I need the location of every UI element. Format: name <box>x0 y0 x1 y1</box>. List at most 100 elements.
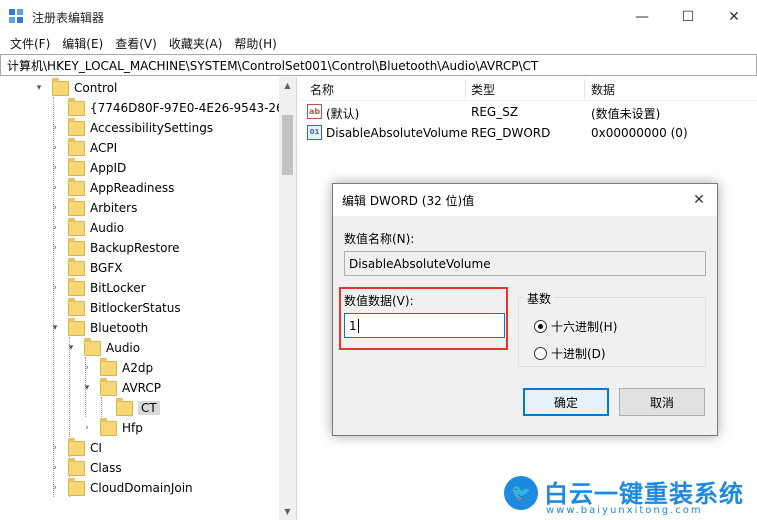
tree-item[interactable]: › Class <box>50 457 122 478</box>
scroll-down-icon[interactable]: ▼ <box>279 503 296 520</box>
tree-scrollbar[interactable]: ▲ ▼ <box>279 77 296 520</box>
tree-item[interactable]: › Arbiters <box>50 197 137 218</box>
tree-item[interactable]: {7746D80F-97E0-4E26-9543-26B4 <box>50 97 297 118</box>
close-window-button[interactable]: ✕ <box>711 0 757 34</box>
chevron-right-icon[interactable]: › <box>82 363 92 373</box>
tree-item-label: CT <box>138 401 160 415</box>
window-title: 注册表编辑器 <box>32 10 105 25</box>
tree-item-label: CloudDomainJoin <box>90 481 193 495</box>
value-data-label: 数值数据(V): <box>344 294 414 308</box>
dialog-title-bar: 编辑 DWORD (32 位)值 <box>333 184 717 216</box>
tree-item[interactable]: › CI <box>50 437 102 458</box>
bird-logo-icon: 🐦 <box>504 476 538 510</box>
tree-item[interactable]: ▾ AVRCP <box>82 377 162 398</box>
folder-icon <box>100 417 117 436</box>
watermark-url: www.baiyunxitong.com <box>546 505 703 516</box>
value-name-field[interactable]: DisableAbsoluteVolume <box>344 251 706 276</box>
value-type: REG_SZ <box>471 105 519 119</box>
folder-icon <box>84 337 101 356</box>
tree-item[interactable]: BitlockerStatus <box>50 297 181 318</box>
scroll-up-icon[interactable]: ▲ <box>279 77 296 94</box>
chevron-right-icon[interactable]: › <box>50 283 60 293</box>
tree-item[interactable]: ▾ Control <box>34 77 117 98</box>
column-name[interactable]: 名称 <box>310 81 334 98</box>
chevron-right-icon[interactable]: › <box>50 483 60 493</box>
base-label: 基数 <box>524 290 555 307</box>
tree-item[interactable]: › CloudDomainJoin <box>50 477 193 498</box>
chevron-right-icon[interactable]: › <box>50 463 60 473</box>
tree-item[interactable]: BGFX <box>50 257 122 278</box>
tree-item[interactable]: › Audio <box>50 217 124 238</box>
dword-value-icon: 01 <box>307 125 322 140</box>
tree-item[interactable]: ▾ Audio <box>66 337 141 358</box>
tree-item-label: Class <box>90 461 122 475</box>
chevron-right-icon[interactable]: › <box>50 243 60 253</box>
chevron-down-icon[interactable]: ▾ <box>82 383 92 393</box>
folder-open-icon <box>116 397 133 416</box>
chevron-down-icon[interactable]: ▾ <box>66 343 76 353</box>
menu-favorites[interactable]: 收藏夹(A) <box>163 35 229 52</box>
tree-item[interactable]: › AppReadiness <box>50 177 174 198</box>
tree-item[interactable]: › AppID <box>50 157 126 178</box>
list-row[interactable]: ab (默认) REG_SZ (数值未设置) <box>300 102 757 122</box>
address-bar[interactable]: 计算机\HKEY_LOCAL_MACHINE\SYSTEM\ControlSet… <box>0 54 757 76</box>
list-row[interactable]: 01 DisableAbsoluteVolume REG_DWORD 0x000… <box>300 123 757 143</box>
chevron-right-icon[interactable]: › <box>50 163 60 173</box>
tree-item-label: Hfp <box>122 421 143 435</box>
column-data[interactable]: 数据 <box>591 81 615 98</box>
watermark: 🐦 白云一键重装系统 www.baiyunxitong.com <box>496 472 757 520</box>
tree-item[interactable]: › Hfp <box>82 417 143 438</box>
tree-item-selected[interactable]: CT <box>98 397 160 418</box>
menu-file[interactable]: 文件(F) <box>4 35 56 52</box>
value-data: 0x00000000 (0) <box>591 126 688 140</box>
tree-item-label: AccessibilitySettings <box>90 121 214 135</box>
chevron-right-icon[interactable]: › <box>50 183 60 193</box>
tree-item[interactable]: › BitLocker <box>50 277 146 298</box>
tree-item-label: BackupRestore <box>90 241 180 255</box>
value-type: REG_DWORD <box>471 126 551 140</box>
title-bar: 注册表编辑器 — ☐ ✕ <box>0 0 757 34</box>
tree-item-label: AVRCP <box>122 381 162 395</box>
close-icon[interactable]: ✕ <box>689 190 709 210</box>
radio-selected-icon <box>534 320 547 333</box>
folder-icon <box>100 357 117 376</box>
menu-edit[interactable]: 编辑(E) <box>56 35 109 52</box>
chevron-right-icon[interactable]: › <box>50 143 60 153</box>
chevron-right-icon[interactable]: › <box>82 423 92 433</box>
cancel-button[interactable]: 取消 <box>619 388 705 416</box>
tree-item[interactable]: › ACPI <box>50 137 117 158</box>
tree-item[interactable]: › BackupRestore <box>50 237 180 258</box>
tree-item[interactable]: › AccessibilitySettings <box>50 117 214 138</box>
minimize-button[interactable]: — <box>619 0 665 34</box>
folder-icon <box>68 237 85 256</box>
value-name: DisableAbsoluteVolume <box>326 126 468 140</box>
tree-item-label: {7746D80F-97E0-4E26-9543-26B4 <box>90 101 297 115</box>
string-value-icon: ab <box>307 104 322 119</box>
chevron-right-icon[interactable]: › <box>50 223 60 233</box>
menu-help[interactable]: 帮助(H) <box>228 35 282 52</box>
dec-radio[interactable]: 十进制(D) <box>534 345 606 362</box>
value-data-field[interactable]: 1 <box>344 313 505 338</box>
hex-radio[interactable]: 十六进制(H) <box>534 318 617 335</box>
key-tree: ▾ Control {7746D80F-97E0-4E26-9543-26B4 … <box>0 77 297 520</box>
chevron-down-icon[interactable]: ▾ <box>50 323 60 333</box>
folder-icon <box>68 197 85 216</box>
folder-icon <box>68 137 85 156</box>
scroll-thumb[interactable] <box>282 115 293 175</box>
maximize-button[interactable]: ☐ <box>665 0 711 34</box>
chevron-down-icon[interactable]: ▾ <box>34 83 44 93</box>
tree-item[interactable]: ▾ Bluetooth <box>50 317 148 338</box>
chevron-right-icon[interactable]: › <box>50 123 60 133</box>
tree-item[interactable]: › A2dp <box>82 357 154 378</box>
menu-bar: 文件(F) 编辑(E) 查看(V) 收藏夹(A) 帮助(H) <box>0 34 757 53</box>
menu-view[interactable]: 查看(V) <box>109 35 163 52</box>
edit-dword-dialog: 编辑 DWORD (32 位)值 ✕ 数值名称(N): DisableAbsol… <box>332 183 718 436</box>
address-path: 计算机\HKEY_LOCAL_MACHINE\SYSTEM\ControlSet… <box>7 58 539 73</box>
column-type[interactable]: 类型 <box>471 81 495 98</box>
chevron-right-icon[interactable]: › <box>50 203 60 213</box>
ok-button[interactable]: 确定 <box>523 388 609 416</box>
tree-item-label: Audio <box>106 341 141 355</box>
tree-item-label: A2dp <box>122 361 154 375</box>
chevron-right-icon[interactable]: › <box>50 443 60 453</box>
folder-icon <box>68 157 85 176</box>
